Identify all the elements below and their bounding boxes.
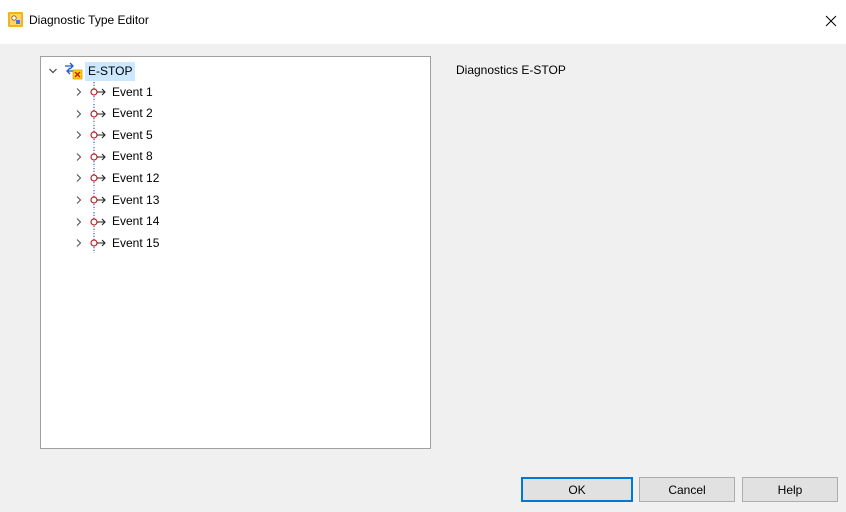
- tree-event-item[interactable]: Event 13: [73, 190, 161, 210]
- cancel-button[interactable]: Cancel: [639, 477, 735, 502]
- chevron-right-icon[interactable]: [73, 172, 85, 184]
- window-title: Diagnostic Type Editor: [29, 13, 149, 27]
- diagnostic-type-icon: [65, 62, 83, 80]
- chevron-right-icon[interactable]: [73, 129, 85, 141]
- tree-event-label[interactable]: Event 12: [110, 170, 161, 187]
- ok-button[interactable]: OK: [521, 477, 633, 502]
- tree-event-item[interactable]: Event 12: [73, 168, 161, 189]
- tree-root-item[interactable]: E-STOP: [47, 61, 136, 81]
- event-icon: [88, 190, 110, 210]
- close-icon: [825, 15, 837, 27]
- tree-event-label[interactable]: Event 2: [110, 105, 155, 122]
- chevron-right-icon[interactable]: [73, 86, 85, 98]
- tree-event-item[interactable]: Event 5: [73, 125, 155, 146]
- event-icon: [88, 103, 110, 124]
- chevron-right-icon[interactable]: [73, 237, 85, 249]
- diagnostic-description: Diagnostics E-STOP: [456, 63, 566, 77]
- tree-root-label[interactable]: E-STOP: [85, 61, 136, 81]
- dialog-window: Diagnostic Type Editor E-STOP Event 1 Eve…: [0, 0, 846, 512]
- event-icon: [88, 233, 110, 254]
- tree-event-label[interactable]: Event 8: [110, 148, 155, 165]
- tree-event-label[interactable]: Event 1: [110, 84, 155, 101]
- chevron-right-icon[interactable]: [73, 216, 85, 228]
- tree-event-item[interactable]: Event 15: [73, 233, 161, 254]
- tree-event-item[interactable]: Event 8: [73, 146, 155, 167]
- event-icon: [88, 168, 110, 189]
- help-button[interactable]: Help: [742, 477, 838, 502]
- tree-event-item[interactable]: Event 14: [73, 211, 161, 232]
- chevron-right-icon[interactable]: [73, 151, 85, 163]
- tree-event-label[interactable]: Event 5: [110, 127, 155, 144]
- tree-event-label[interactable]: Event 13: [110, 192, 161, 209]
- close-button[interactable]: [816, 6, 846, 36]
- event-icon: [88, 211, 110, 232]
- app-icon: [8, 12, 23, 27]
- tree-event-label[interactable]: Event 15: [110, 235, 161, 252]
- chevron-right-icon[interactable]: [73, 194, 85, 206]
- event-icon: [88, 82, 110, 102]
- event-icon: [88, 125, 110, 146]
- title-bar: Diagnostic Type Editor: [0, 0, 846, 44]
- event-icon: [88, 146, 110, 167]
- tree-event-item[interactable]: Event 1: [73, 82, 155, 102]
- tree-event-label[interactable]: Event 14: [110, 213, 161, 230]
- chevron-down-icon[interactable]: [47, 65, 59, 77]
- chevron-right-icon[interactable]: [73, 108, 85, 120]
- tree-event-item[interactable]: Event 2: [73, 103, 155, 124]
- tree-view[interactable]: E-STOP Event 1 Event 2 Event 5 Event 8 Event…: [40, 56, 431, 449]
